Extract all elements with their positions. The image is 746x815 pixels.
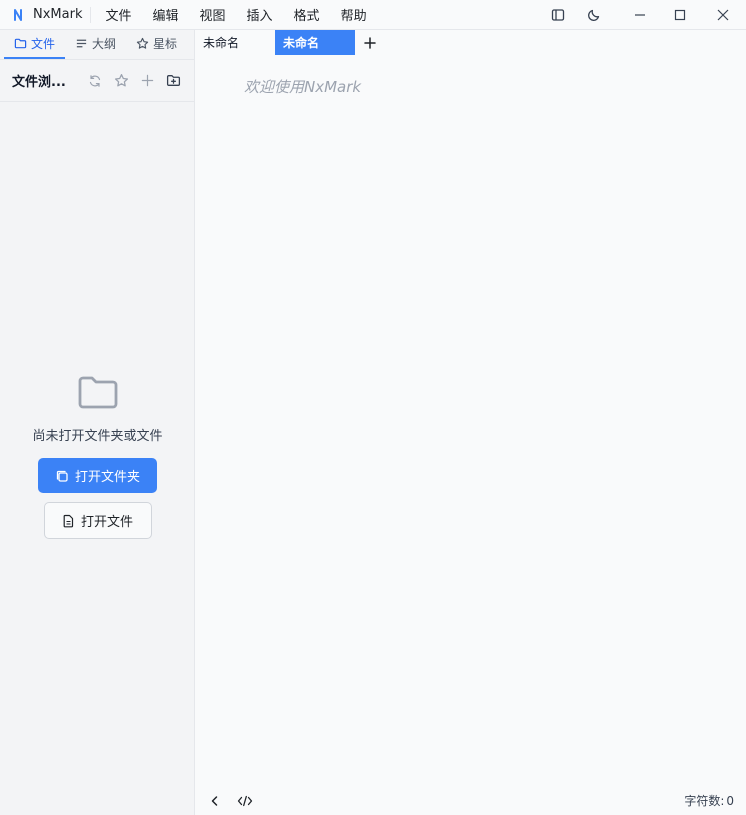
code-icon	[237, 795, 253, 806]
new-folder-button[interactable]	[160, 68, 186, 94]
editor-tab-label: 未命名	[203, 36, 240, 50]
tab-starred-label: 星标	[153, 36, 178, 51]
minimize-button[interactable]	[620, 0, 660, 30]
star-icon	[136, 37, 149, 49]
close-icon	[717, 9, 729, 21]
plus-icon	[141, 74, 153, 87]
file-browser-header: 文件浏...	[0, 60, 194, 102]
file-browser-title: 文件浏...	[12, 75, 66, 90]
editor-tab[interactable]: 未命名	[195, 30, 275, 55]
status-bar: 字符数: 0	[195, 786, 746, 815]
sidebar-toggle-icon	[551, 9, 565, 21]
toggle-sidebar-button[interactable]	[540, 0, 576, 30]
collapse-button[interactable]	[202, 788, 228, 814]
chevron-left-icon	[211, 795, 218, 806]
file-browser-actions	[82, 68, 186, 94]
app-name: NxMark	[33, 7, 83, 22]
copy-folder-icon	[56, 470, 68, 482]
maximize-button[interactable]	[660, 0, 700, 30]
source-mode-button[interactable]	[232, 788, 258, 814]
refresh-icon	[89, 74, 101, 87]
empty-state-message: 尚未打开文件夹或文件	[32, 429, 163, 444]
minimize-icon	[635, 14, 645, 16]
title-bar: NxMark 文件 编辑 视图 插入 格式 帮助	[0, 0, 746, 30]
editor-placeholder[interactable]: 欢迎使用NxMark	[244, 76, 361, 97]
new-tab-button[interactable]	[355, 30, 385, 55]
open-file-label: 打开文件	[80, 514, 133, 529]
editor-tab-bar: 未命名 未命名	[195, 30, 385, 55]
status-left-actions	[202, 788, 258, 814]
window-controls	[540, 0, 746, 30]
file-icon	[63, 514, 74, 527]
char-count-label: 字符数:	[684, 794, 725, 808]
empty-folder-icon	[78, 376, 117, 409]
star-outline-icon	[114, 73, 128, 87]
char-count: 字符数: 0	[682, 792, 734, 809]
moon-icon	[588, 9, 600, 21]
plus-icon	[364, 36, 376, 49]
char-count-value: 0	[726, 794, 734, 808]
sidebar: 文件 大纲 星标 文件浏... 尚未打开文件夹或文件 打开文件夹 打开文件	[0, 30, 195, 815]
outline-icon	[76, 39, 87, 47]
open-folder-button[interactable]: 打开文件夹	[38, 458, 157, 493]
maximize-icon	[674, 9, 686, 21]
folder-plus-icon	[166, 75, 180, 86]
folder-icon	[14, 38, 27, 48]
menu-help[interactable]: 帮助	[341, 5, 367, 24]
refresh-button[interactable]	[82, 68, 108, 94]
new-file-button[interactable]	[134, 68, 160, 94]
menu-format[interactable]: 格式	[294, 5, 320, 24]
menu-divider	[90, 6, 92, 23]
sidebar-tabs: 文件 大纲 星标	[0, 30, 194, 60]
menu-insert[interactable]: 插入	[247, 5, 273, 24]
empty-state: 尚未打开文件夹或文件 打开文件夹 打开文件	[0, 375, 195, 539]
star-folder-button[interactable]	[108, 68, 134, 94]
tab-files-label: 文件	[31, 36, 56, 51]
open-file-button[interactable]: 打开文件	[43, 502, 152, 539]
tab-starred[interactable]: 星标	[126, 29, 187, 59]
editor-tab-active[interactable]: 未命名	[275, 30, 355, 55]
tab-files[interactable]: 文件	[4, 29, 66, 59]
menu-edit[interactable]: 编辑	[153, 5, 179, 24]
tab-outline[interactable]: 大纲	[65, 29, 126, 59]
dark-mode-button[interactable]	[576, 0, 612, 30]
menu-file[interactable]: 文件	[105, 5, 131, 24]
nxmark-logo-icon	[13, 6, 27, 24]
menu-view[interactable]: 视图	[200, 5, 226, 24]
editor-tab-label: 未命名	[283, 36, 320, 50]
close-button[interactable]	[700, 0, 746, 30]
open-folder-label: 打开文件夹	[74, 469, 140, 484]
tab-outline-label: 大纲	[92, 36, 117, 51]
